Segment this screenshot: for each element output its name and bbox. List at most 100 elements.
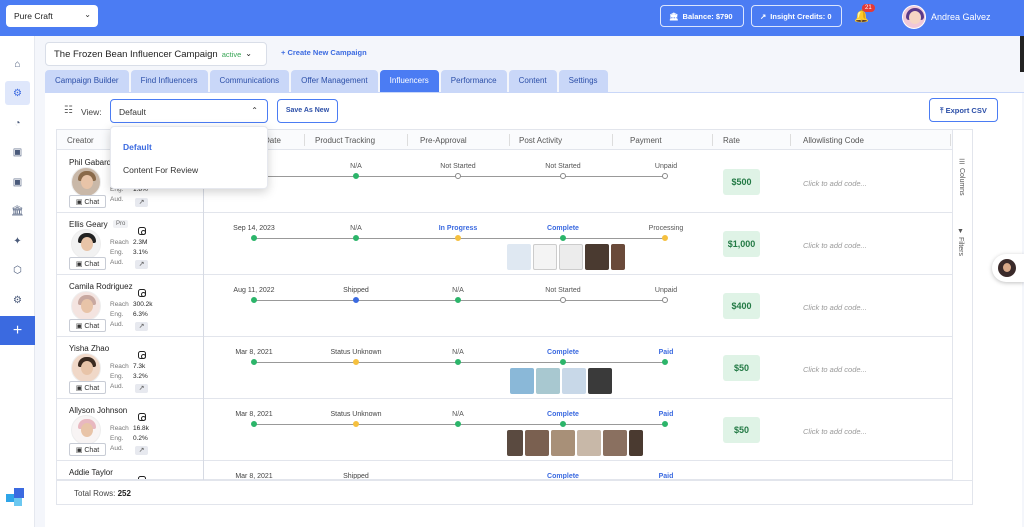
chat-button[interactable]: ▣ Chat [69, 443, 106, 456]
allowlisting-code[interactable]: Click to add code... [803, 365, 867, 374]
date-dot [251, 235, 257, 241]
chat-button[interactable]: ▣ Chat [69, 319, 106, 332]
table-row[interactable]: Camila Rodriguez Reach 300.2k Eng. 6.3% … [57, 275, 952, 337]
bank-icon[interactable]: 🏛 [5, 199, 30, 223]
post-thumbnail[interactable] [577, 430, 601, 456]
creator-name[interactable]: Ellis Geary [69, 220, 108, 229]
aud-label: Aud. [110, 383, 124, 390]
table-row[interactable]: Ellis Geary Pro Reach 2.3M Eng. 3.1% Aud… [57, 213, 952, 275]
post-thumbnail[interactable] [507, 430, 523, 456]
tab-performance[interactable]: Performance [440, 70, 507, 92]
post-thumbnail[interactable] [507, 244, 531, 270]
allowlisting-code[interactable]: Click to add code... [803, 241, 867, 250]
tab-influencers[interactable]: Influencers [379, 70, 439, 92]
sparkle-icon[interactable]: ✦ [5, 229, 30, 253]
tab-settings[interactable]: Settings [558, 70, 608, 92]
post-thumbnail[interactable] [611, 244, 625, 270]
rate-value[interactable]: $50 [723, 355, 760, 381]
floating-support-avatar[interactable] [992, 254, 1024, 282]
allowlisting-code[interactable]: Click to add code... [803, 179, 867, 188]
tab-content[interactable]: Content [508, 70, 557, 92]
rate-value[interactable]: $400 [723, 293, 760, 319]
create-campaign-label: Create New Campaign [287, 48, 367, 57]
save-as-new-button[interactable]: Save As New [277, 99, 338, 123]
payment-status: Processing [648, 225, 684, 232]
col-pre-approval[interactable]: Pre-Approval [420, 136, 467, 145]
user-avatar[interactable] [902, 5, 926, 29]
creator-name[interactable]: Phil Gabard [69, 158, 111, 167]
post-activity-status: Complete [547, 225, 579, 232]
audience-chart-icon[interactable]: ↗ [135, 384, 148, 393]
post-thumbnail[interactable] [551, 430, 575, 456]
avatar [71, 291, 101, 321]
table-row[interactable]: Yisha Zhao Reach 7.3k Eng. 3.2% Aud. ↗ ▣… [57, 337, 952, 399]
campaigns-icon[interactable]: ⚙ [5, 81, 30, 105]
creator-name[interactable]: Camila Rodriguez [69, 282, 133, 291]
rate-value[interactable]: $50 [723, 417, 760, 443]
reach-value: 2.3M [133, 239, 148, 246]
creator-name[interactable]: Yisha Zhao [69, 344, 109, 353]
tab-campaign-builder[interactable]: Campaign Builder [45, 70, 129, 92]
payment-status: Paid [658, 411, 674, 418]
campaign-select[interactable]: The Frozen Bean Influencer Campaign activ… [45, 42, 267, 66]
create-campaign-link[interactable]: + Create New Campaign [281, 48, 367, 57]
top-bar: Pure Craft ⌄ 🏛 Balance: $790 ↗ Insight C… [0, 0, 1024, 36]
post-thumbnail[interactable] [603, 430, 627, 456]
home-icon[interactable]: ⌂ [5, 52, 30, 76]
audience-chart-icon[interactable]: ↗ [135, 198, 148, 207]
audience-chart-icon[interactable]: ↗ [135, 446, 148, 455]
post-thumbnail[interactable] [585, 244, 609, 270]
post-thumbnail[interactable] [588, 368, 612, 394]
post-thumbnail[interactable] [559, 244, 583, 270]
rate-value[interactable]: $1,000 [723, 231, 760, 257]
col-product-tracking[interactable]: Product Tracking [315, 136, 375, 145]
post-thumbnail[interactable] [562, 368, 586, 394]
product-status: N/A [350, 225, 362, 232]
col-post-activity[interactable]: Post Activity [519, 136, 562, 145]
eng-value: 6.3% [133, 311, 148, 318]
post-thumbnail[interactable] [510, 368, 534, 394]
export-csv-button[interactable]: ⤒ Export CSV [929, 98, 998, 122]
creator-name[interactable]: Allyson Johnson [69, 406, 127, 415]
col-payment[interactable]: Payment [630, 136, 662, 145]
tab-find-influencers[interactable]: Find Influencers [130, 70, 208, 92]
allowlisting-code[interactable]: Click to add code... [803, 427, 867, 436]
chat-button[interactable]: ▣ Chat [69, 381, 106, 394]
balance-button[interactable]: 🏛 Balance: $790 [660, 5, 744, 27]
post-thumbnail[interactable] [536, 368, 560, 394]
post-thumbnail[interactable] [533, 244, 557, 270]
audience-chart-icon[interactable]: ↗ [135, 322, 148, 331]
view-option-default[interactable]: Default [123, 142, 152, 152]
creator-name[interactable]: Addie Taylor [69, 468, 113, 477]
view-option-content-review[interactable]: Content For Review [123, 165, 198, 175]
eng-label: Eng. [110, 373, 124, 380]
date-dot [251, 359, 257, 365]
org-select[interactable]: Pure Craft ⌄ [6, 5, 98, 27]
allowlisting-code[interactable]: Click to add code... [803, 303, 867, 312]
filters-toggle[interactable]: ▼ Filters [957, 228, 964, 256]
chat-icon[interactable]: ▣ [5, 170, 30, 194]
post-thumbnail[interactable] [629, 430, 643, 456]
add-icon[interactable]: + [0, 316, 35, 345]
view-select[interactable]: Default ⌃ [110, 99, 268, 123]
post-thumbnail[interactable] [525, 430, 549, 456]
insight-credits-button[interactable]: ↗ Insight Credits: 0 [751, 5, 842, 27]
user-name[interactable]: Andrea Galvez [931, 12, 991, 22]
post-activity-status: Complete [547, 473, 579, 480]
columns-toggle[interactable]: ☰ Columns [957, 158, 965, 196]
chat-button[interactable]: ▣ Chat [69, 257, 106, 270]
col-allowlisting-code[interactable]: Allowlisting Code [803, 136, 864, 145]
col-creator[interactable]: Creator [67, 136, 94, 145]
shield-icon[interactable]: ⬡ [5, 258, 30, 282]
tab-communications[interactable]: Communications [209, 70, 290, 92]
table-row[interactable]: Allyson Johnson Reach 16.8k Eng. 0.2% Au… [57, 399, 952, 461]
image-icon[interactable]: ▣ [5, 140, 30, 164]
rate-value[interactable]: $500 [723, 169, 760, 195]
settings-icon[interactable]: ⚙ [5, 288, 30, 312]
col-rate[interactable]: Rate [723, 136, 740, 145]
chat-button[interactable]: ▣ Chat [69, 195, 106, 208]
analytics-icon[interactable]: ◔ [5, 111, 30, 135]
audience-chart-icon[interactable]: ↗ [135, 260, 148, 269]
tab-offer-management[interactable]: Offer Management [291, 70, 378, 92]
table-row[interactable]: Addie Taylor Mar 8, 2021 Shipped Complet… [57, 461, 952, 480]
